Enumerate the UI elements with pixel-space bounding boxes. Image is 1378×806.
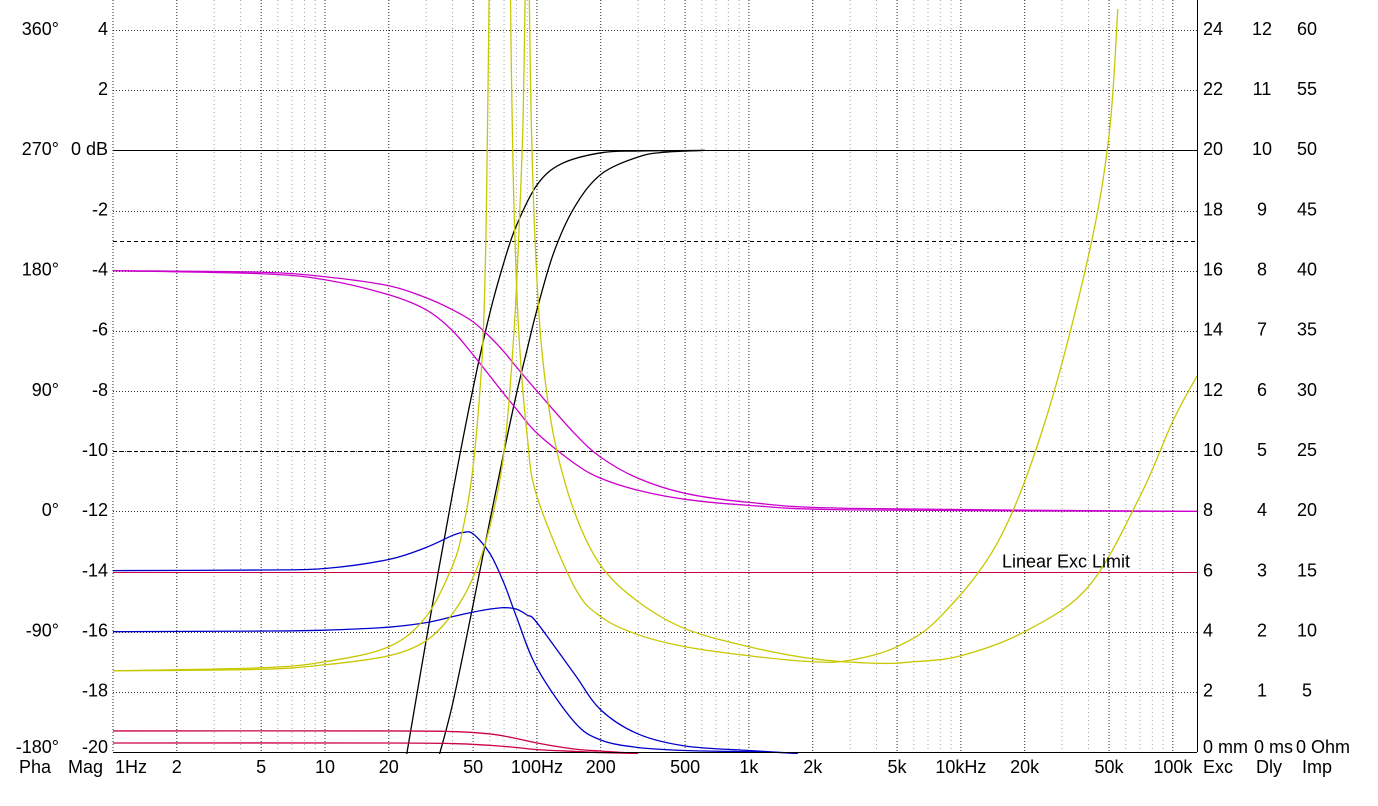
impedance-tick-label: 5 (1302, 681, 1312, 701)
impedance-tick-label: 15 (1297, 560, 1317, 580)
delay-tick-label: 12 (1252, 19, 1272, 39)
magnitude-tick-label: -12 (82, 500, 108, 520)
delay-tick-label: 11 (1253, 79, 1272, 99)
phase-tick-label: 270° (22, 139, 59, 159)
magnitude-tick-label: -18 (82, 681, 108, 701)
delay-tick-label: 6 (1257, 380, 1267, 400)
excursion-tick-label: 18 (1203, 199, 1223, 219)
x-tick-label: 10kHz (935, 757, 986, 777)
magnitude-tick-label: -16 (82, 620, 108, 640)
magnitude-tick-label: 4 (98, 19, 108, 39)
impedance-tick-label: 50 (1297, 139, 1317, 159)
impedance-tick-label: 40 (1297, 259, 1317, 279)
delay-tick-label: 0 ms (1254, 737, 1293, 757)
excursion-tick-label: 2 (1203, 681, 1213, 701)
x-tick-label: 500 (670, 757, 700, 777)
x-tick-label: 5 (256, 757, 266, 777)
x-tick-label: 2k (803, 757, 823, 777)
impedance-tick-label: 45 (1297, 199, 1317, 219)
delay-tick-label: 4 (1257, 500, 1267, 520)
delay-tick-label: 2 (1257, 620, 1267, 640)
impedance-tick-label: 30 (1297, 380, 1317, 400)
chart-container: 360° 270° 180° 90° 0° -90° -180° 4 2 0 dB -2 -4 -6 -8… (0, 0, 1378, 801)
x-tick-label: 1Hz (115, 757, 147, 777)
chart-background (0, 0, 1378, 801)
magnitude-tick-label: -14 (82, 560, 108, 580)
impedance-tick-label: 0 Ohm (1296, 737, 1350, 757)
magnitude-tick-label: -4 (92, 259, 108, 279)
excursion-tick-label: 22 (1203, 79, 1223, 99)
delay-tick-label: 9 (1257, 199, 1267, 219)
legend-exc: Exc (1203, 757, 1233, 777)
phase-tick-label: 360° (22, 19, 59, 39)
delay-tick-label: 7 (1257, 320, 1267, 340)
phase-tick-label: 180° (22, 259, 59, 279)
phase-tick-label: 0° (42, 500, 59, 520)
legend-pha: Pha (19, 757, 52, 777)
x-tick-label: 200 (586, 757, 616, 777)
x-tick-label: 20k (1010, 757, 1040, 777)
excursion-tick-label: 14 (1203, 320, 1223, 340)
excursion-tick-label: 12 (1203, 380, 1223, 400)
x-tick-label: 100Hz (511, 757, 563, 777)
excursion-tick-label: 20 (1203, 139, 1223, 159)
frequency-response-chart: 360° 270° 180° 90° 0° -90° -180° 4 2 0 dB -2 -4 -6 -8… (0, 0, 1378, 801)
legend-mag: Mag (68, 757, 103, 777)
impedance-tick-label: 60 (1297, 19, 1317, 39)
excursion-tick-label: 4 (1203, 620, 1213, 640)
magnitude-tick-label: -10 (82, 440, 108, 460)
delay-tick-label: 3 (1257, 560, 1267, 580)
excursion-tick-label: 0 mm (1203, 737, 1248, 757)
x-tick-label: 5k (888, 757, 908, 777)
magnitude-tick-label: -6 (92, 320, 108, 340)
x-tick-label: 20 (379, 757, 399, 777)
excursion-tick-label: 8 (1203, 500, 1213, 520)
linear-exc-limit-annotation: Linear Exc Limit (1002, 551, 1130, 571)
delay-tick-label: 1 (1257, 681, 1267, 701)
impedance-tick-label: 25 (1297, 440, 1317, 460)
excursion-tick-label: 24 (1203, 19, 1223, 39)
excursion-tick-label: 6 (1203, 560, 1213, 580)
x-tick-label: 10 (315, 757, 335, 777)
delay-tick-label: 8 (1257, 259, 1267, 279)
delay-tick-label: 5 (1257, 440, 1267, 460)
magnitude-tick-label: 2 (98, 79, 108, 99)
magnitude-tick-label: -8 (92, 380, 108, 400)
magnitude-tick-label: -2 (92, 199, 108, 219)
legend-imp: Imp (1302, 757, 1332, 777)
x-tick-label: 2 (172, 757, 182, 777)
impedance-tick-label: 10 (1297, 620, 1317, 640)
x-tick-label: 1k (739, 757, 759, 777)
x-tick-label: 50 (463, 757, 483, 777)
impedance-tick-label: 35 (1297, 320, 1317, 340)
magnitude-tick-label: -20 (82, 737, 108, 757)
magnitude-tick-label: 0 dB (71, 139, 108, 159)
x-tick-label: 100k (1153, 757, 1193, 777)
x-tick-label: 50k (1095, 757, 1125, 777)
impedance-tick-label: 55 (1297, 79, 1317, 99)
phase-tick-label: -90° (26, 620, 59, 640)
impedance-tick-label: 20 (1297, 500, 1317, 520)
legend-dly: Dly (1256, 757, 1282, 777)
phase-tick-label: 90° (32, 380, 59, 400)
excursion-tick-label: 10 (1203, 440, 1223, 460)
delay-tick-label: 10 (1252, 139, 1272, 159)
excursion-tick-label: 16 (1203, 259, 1223, 279)
phase-tick-label: -180° (16, 737, 59, 757)
